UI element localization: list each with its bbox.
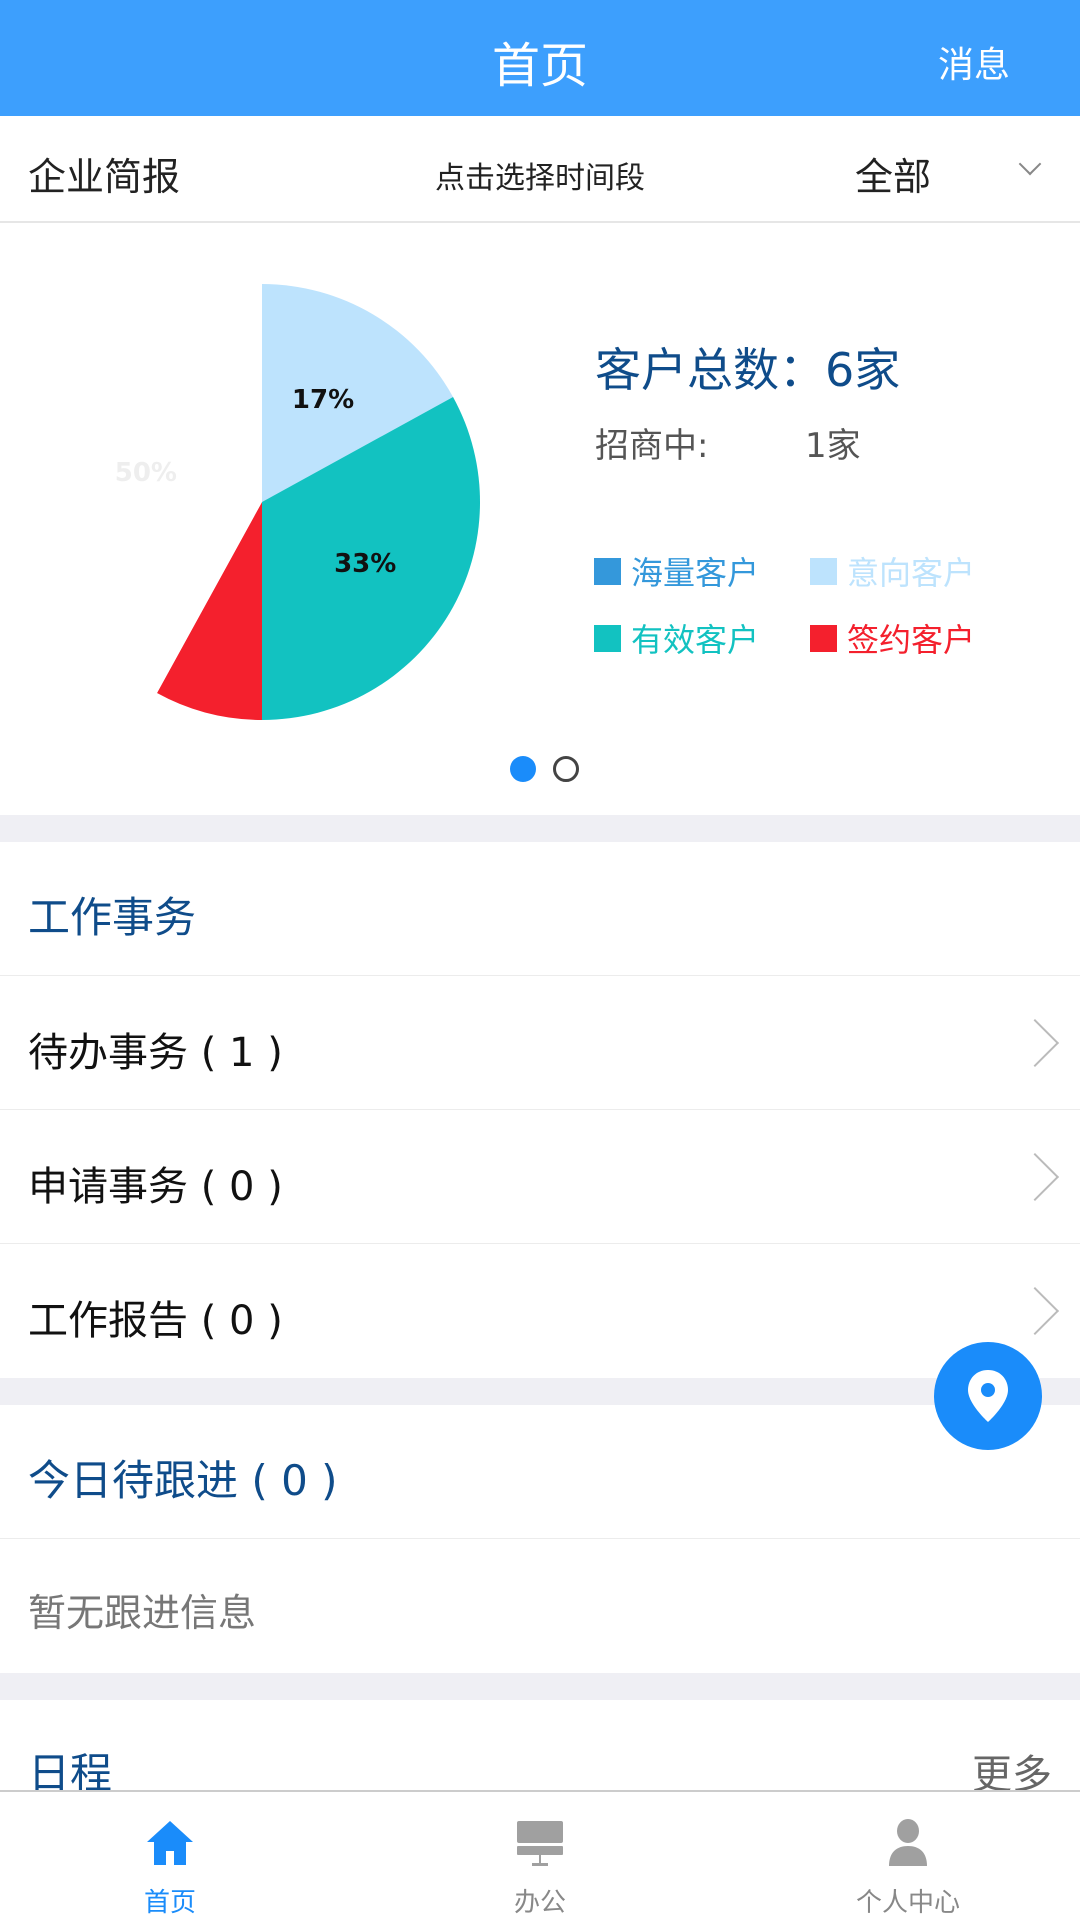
page-title: 首页 — [491, 38, 588, 94]
legend-item: 海量客户 — [594, 548, 759, 594]
legend-label: 意向客户 — [847, 554, 976, 592]
pie-data-label: 33% — [334, 549, 396, 579]
section-divider — [0, 815, 1080, 842]
chevron-right-icon — [1010, 1152, 1060, 1202]
tab-office[interactable]: 办公 — [440, 1792, 640, 1922]
empty-message: 暂无跟进信息 — [28, 1591, 257, 1635]
section-title: 工作事务 — [28, 893, 197, 942]
person-icon — [889, 1819, 927, 1866]
chevron-right-icon — [1010, 1018, 1060, 1068]
list-item-reports[interactable]: 工作报告 ( 0 ) — [0, 1244, 1080, 1378]
pie-data-label: 50% — [115, 458, 177, 488]
section-divider — [0, 1673, 1080, 1700]
tab-label: 个人中心 — [855, 1888, 960, 1918]
customer-chart-carousel[interactable]: 17% 33% 50% 客户总数：6家 招商中: 1家 海量客户 意向客户 有效客户… — [0, 224, 1080, 815]
followup-section-header: 今日待跟进 ( 0 ) — [0, 1405, 1080, 1539]
tab-label: 办公 — [513, 1888, 566, 1918]
legend-swatch — [594, 624, 621, 652]
work-section-header: 工作事务 — [0, 842, 1080, 976]
tab-profile[interactable]: 个人中心 — [808, 1792, 1008, 1922]
top-nav-bar: 首页 消息 — [0, 0, 1080, 116]
filter-bar: 企业简报 点击选择时间段 全部 — [0, 116, 1080, 223]
list-item-todo[interactable]: 待办事务 ( 1 ) — [0, 976, 1080, 1110]
scope-select[interactable]: 全部 — [855, 146, 931, 201]
inviting-value: 1家 — [805, 426, 861, 466]
messages-button[interactable]: 消息 — [938, 36, 1010, 88]
inviting-count: 招商中: 1家 — [595, 418, 861, 467]
tab-home[interactable]: 首页 — [70, 1792, 270, 1922]
location-button[interactable] — [934, 1342, 1042, 1450]
page-dot-active[interactable] — [510, 756, 536, 782]
bottom-tab-bar: 首页 办公 个人中心 — [0, 1790, 1080, 1920]
pie-data-label: 17% — [292, 385, 354, 415]
legend-swatch — [810, 624, 837, 652]
list-item-label: 工作报告 ( 0 ) — [28, 1298, 283, 1344]
legend-label: 海量客户 — [631, 554, 760, 592]
location-pin-icon — [968, 1370, 1008, 1422]
page-dot[interactable] — [553, 756, 579, 782]
legend-item: 意向客户 — [810, 548, 975, 594]
chevron-right-icon — [1010, 1286, 1060, 1336]
list-item-label: 申请事务 ( 0 ) — [28, 1164, 283, 1210]
legend-label: 签约客户 — [847, 621, 976, 659]
legend-item: 签约客户 — [810, 615, 975, 661]
customer-total: 客户总数：6家 — [595, 343, 901, 397]
list-item-applications[interactable]: 申请事务 ( 0 ) — [0, 1110, 1080, 1244]
inviting-label: 招商中: — [595, 426, 709, 466]
pie-chart: 17% 33% 50% — [43, 284, 480, 720]
list-item-label: 待办事务 ( 1 ) — [28, 1030, 283, 1076]
section-divider — [0, 1378, 1080, 1405]
home-icon — [147, 1821, 193, 1865]
office-icon — [517, 1821, 563, 1866]
legend-label: 有效客户 — [631, 621, 760, 659]
legend-swatch — [810, 557, 837, 585]
section-title: 今日待跟进 ( 0 ) — [28, 1456, 338, 1505]
legend-swatch — [594, 557, 621, 585]
legend-item: 有效客户 — [594, 615, 759, 661]
tab-label: 首页 — [143, 1888, 196, 1918]
